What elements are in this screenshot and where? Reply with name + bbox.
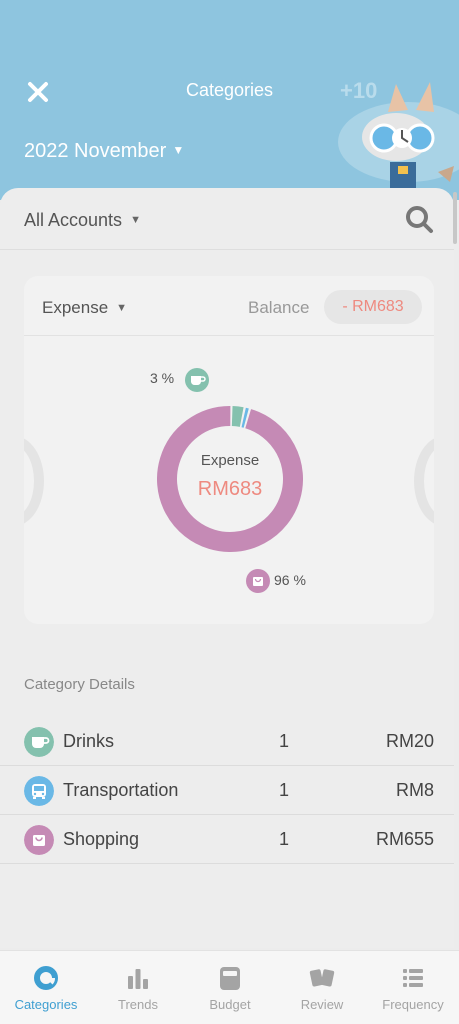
category-amount: RM8 [395,780,434,800]
month-label: 2022 November [24,140,167,162]
drinks-percent-label: 3 % [150,370,175,386]
category-name: Transportation [63,780,179,800]
nav-budget[interactable]: Budget [184,951,276,1024]
category-row-transportation[interactable]: Transportation 1 RM8 [0,766,454,815]
type-label: Expense [42,298,109,317]
bar-chart-icon [128,969,148,989]
cup-icon [185,368,209,392]
wallet-icon [220,967,240,990]
summary-header: Expense ▼ Balance - RM683 [24,276,434,336]
category-amount: RM655 [375,829,434,849]
nav-trends[interactable]: Trends [92,951,184,1024]
chevron-down-icon: ▼ [172,143,185,157]
accounts-label: All Accounts [24,210,123,230]
nav-label: Frequency [382,997,444,1012]
category-details-title: Category Details [24,676,135,693]
summary-card: Expense ▼ Balance - RM683 Expense RM683 3… [24,276,434,624]
balance-badge: - RM683 [324,290,422,324]
type-selector[interactable]: Expense ▼ [42,298,127,318]
bag-icon [246,569,270,593]
nav-label: Categories [14,997,78,1012]
next-page-arc[interactable] [414,436,434,526]
chevron-down-icon: ▼ [116,302,128,314]
accounts-selector[interactable]: All Accounts ▼ [24,210,141,231]
nav-label: Budget [209,997,251,1012]
donut-center-value: RM683 [197,478,263,500]
category-name: Drinks [63,731,115,751]
prev-page-arc[interactable] [24,436,44,526]
balance-label: Balance [248,298,310,317]
bus-icon [24,776,54,806]
donut-center-label: Expense [200,452,260,469]
nav-categories[interactable]: Categories [0,951,92,1024]
cards-icon [309,969,335,987]
category-count: 1 [279,731,290,751]
category-row-shopping[interactable]: Shopping 1 RM655 [0,815,454,864]
category-row-drinks[interactable]: Drinks 1 RM20 [0,717,454,766]
nav-label: Review [300,997,344,1012]
mascot-icon[interactable] [338,82,459,190]
category-amount: RM20 [385,731,434,751]
nav-review[interactable]: Review [276,951,368,1024]
category-name: Shopping [63,829,140,849]
pie-icon [34,966,58,990]
shopping-percent-label: 96 % [274,572,306,588]
list-icon [403,969,423,987]
nav-frequency[interactable]: Frequency [367,951,459,1024]
nav-label: Trends [118,997,158,1012]
month-selector[interactable]: 2022 November ▼ [24,140,184,163]
bag-icon [24,825,54,855]
chevron-down-icon: ▼ [130,214,141,226]
category-count: 1 [279,829,290,849]
search-icon[interactable] [404,204,434,234]
accounts-filter-row: All Accounts ▼ [0,190,454,250]
bottom-nav: Categories Trends Budget Review Frequenc… [0,950,459,1024]
cup-icon [24,727,54,757]
category-count: 1 [279,780,290,800]
